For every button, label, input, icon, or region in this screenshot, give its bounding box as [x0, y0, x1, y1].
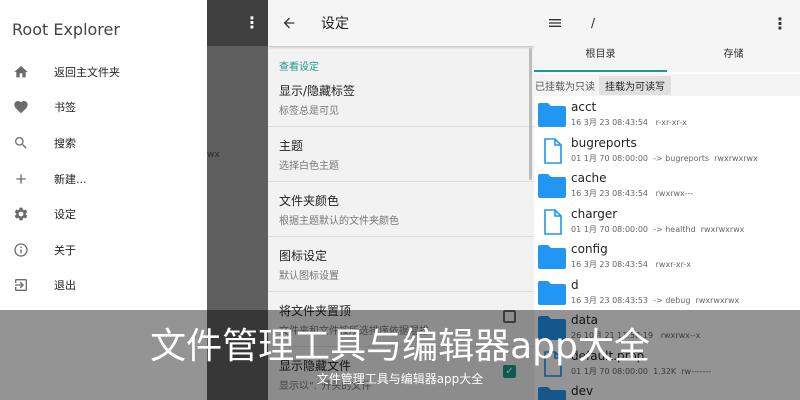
- file-name: config: [571, 242, 608, 256]
- setting-subtitle: 默认图标设置: [279, 271, 339, 282]
- file-row[interactable]: d 16 3月 23 08:43:53 -> debug rwxrwxrwx: [534, 275, 800, 311]
- mount-status-bar: 已挂载为只读 挂载为可读写: [534, 74, 800, 96]
- setting-subtitle: 根据主题默认的文件夹颜色: [279, 216, 399, 227]
- file-row[interactable]: bugreports 01 1月 70 08:00:00 -> bugreport…: [534, 133, 800, 169]
- setting-title: 图标设定: [279, 249, 328, 263]
- drawer-item-label: 返回主文件夹: [54, 65, 120, 79]
- folder-icon: [537, 244, 567, 270]
- drawer-item-exit[interactable]: 退出: [0, 268, 207, 304]
- plus-icon: [12, 170, 30, 188]
- current-path: /: [591, 16, 596, 30]
- file-name: bugreports: [571, 135, 637, 150]
- search-icon: [12, 134, 30, 152]
- setting-title: 主题: [279, 139, 304, 153]
- file-name: acct: [571, 100, 597, 114]
- folder-icon: [537, 280, 567, 306]
- drawer-item-bookmarks[interactable]: 书签: [0, 90, 207, 126]
- mount-rw-button[interactable]: 挂载为可读写: [599, 75, 671, 95]
- home-icon: [12, 63, 30, 81]
- file-icon: [537, 208, 567, 235]
- drawer-item-settings[interactable]: 设定: [0, 196, 207, 232]
- file-meta: 16 3月 23 08:43:54 rwxr-xr-x: [571, 260, 691, 269]
- setting-show-tabs[interactable]: 显示/隐藏标签 标签总是可见: [268, 72, 534, 127]
- tab-root[interactable]: 根目录: [534, 46, 667, 72]
- back-arrow-icon[interactable]: [280, 14, 298, 32]
- drawer-item-label: 新建...: [54, 172, 87, 186]
- setting-theme[interactable]: 主题 选择白色主题: [268, 127, 534, 182]
- drawer-item-home[interactable]: 返回主文件夹: [0, 54, 207, 90]
- setting-subtitle: 标签总是可见: [279, 106, 339, 117]
- file-meta: 01 1月 70 08:00:00 -> bugreports rwxrwxrw…: [571, 153, 758, 163]
- folder-icon: [537, 173, 567, 199]
- setting-folder-color[interactable]: 文件夹颜色 根据主题默认的文件夹颜色: [268, 182, 534, 237]
- file-name: charger: [571, 206, 618, 221]
- file-meta: 01 1月 70 08:00:00 -> healthd rwxrwxrwx: [571, 224, 745, 234]
- setting-title: 显示/隐藏标签: [279, 84, 356, 98]
- drawer-item-about[interactable]: 关于: [0, 232, 207, 268]
- drawer-menu: 返回主文件夹 书签 搜索 新建... 设定 关于 退出: [0, 54, 207, 303]
- file-row[interactable]: cache 16 3月 23 08:43:54 rwxrwx---: [534, 168, 800, 204]
- setting-subtitle: 选择白色主题: [279, 161, 339, 172]
- drawer-item-label: 关于: [54, 243, 76, 257]
- banner-subtitle: 文件管理工具与编辑器app大全: [316, 372, 484, 386]
- file-row[interactable]: charger 01 1月 70 08:00:00 -> healthd rwxr…: [534, 204, 800, 240]
- drawer-item-label: 书签: [54, 101, 76, 115]
- drawer-item-label: 设定: [54, 208, 76, 222]
- settings-title: 设定: [321, 16, 349, 32]
- watermark-banner: 文件管理工具与编辑器app大全 文件管理工具与编辑器app大全: [0, 310, 800, 400]
- file-row[interactable]: config 16 3月 23 08:43:54 rwxr-xr-x: [534, 239, 800, 275]
- gear-icon: [12, 205, 30, 223]
- file-name: cache: [571, 171, 607, 185]
- drawer-item-search[interactable]: 搜索: [0, 125, 207, 161]
- settings-scrollbar[interactable]: [529, 48, 532, 180]
- mount-status-label: 已挂载为只读: [535, 81, 595, 93]
- overflow-menu-icon[interactable]: ⋮: [772, 14, 788, 33]
- drawer-item-new[interactable]: 新建...: [0, 161, 207, 197]
- drawer-item-label: 搜索: [54, 136, 76, 150]
- explorer-tabs: 根目录 存储: [534, 46, 800, 72]
- file-icon: [537, 137, 567, 164]
- overflow-menu-icon[interactable]: ⋮: [244, 14, 260, 32]
- file-meta: 16 3月 23 08:43:54 r-xr-xr-x: [571, 118, 687, 127]
- file-meta: 16 3月 23 08:43:54 rwxrwx---: [571, 189, 694, 198]
- file-name: d: [571, 277, 579, 292]
- heart-icon: [12, 98, 30, 116]
- banner-title: 文件管理工具与编辑器app大全: [150, 326, 650, 367]
- setting-icons[interactable]: 图标设定 默认图标设置: [268, 237, 534, 292]
- folder-icon: [537, 102, 567, 128]
- exit-icon: [12, 276, 30, 294]
- file-meta: 16 3月 23 08:43:53 -> debug rwxrwxrwx: [571, 295, 740, 305]
- settings-section-header: 查看设定: [279, 62, 319, 73]
- tab-storage[interactable]: 存储: [667, 46, 800, 72]
- drawer-item-label: 退出: [54, 279, 76, 293]
- settings-toolbar: 设定: [268, 0, 534, 46]
- hamburger-menu-icon[interactable]: [546, 14, 564, 32]
- underlay-text: wx: [207, 150, 220, 160]
- drawer-title: Root Explorer: [12, 20, 120, 39]
- explorer-toolbar: / ⋮: [534, 0, 800, 46]
- file-row[interactable]: acct 16 3月 23 08:43:54 r-xr-xr-x: [534, 97, 800, 133]
- info-icon: [12, 241, 30, 259]
- setting-title: 文件夹颜色: [279, 194, 340, 208]
